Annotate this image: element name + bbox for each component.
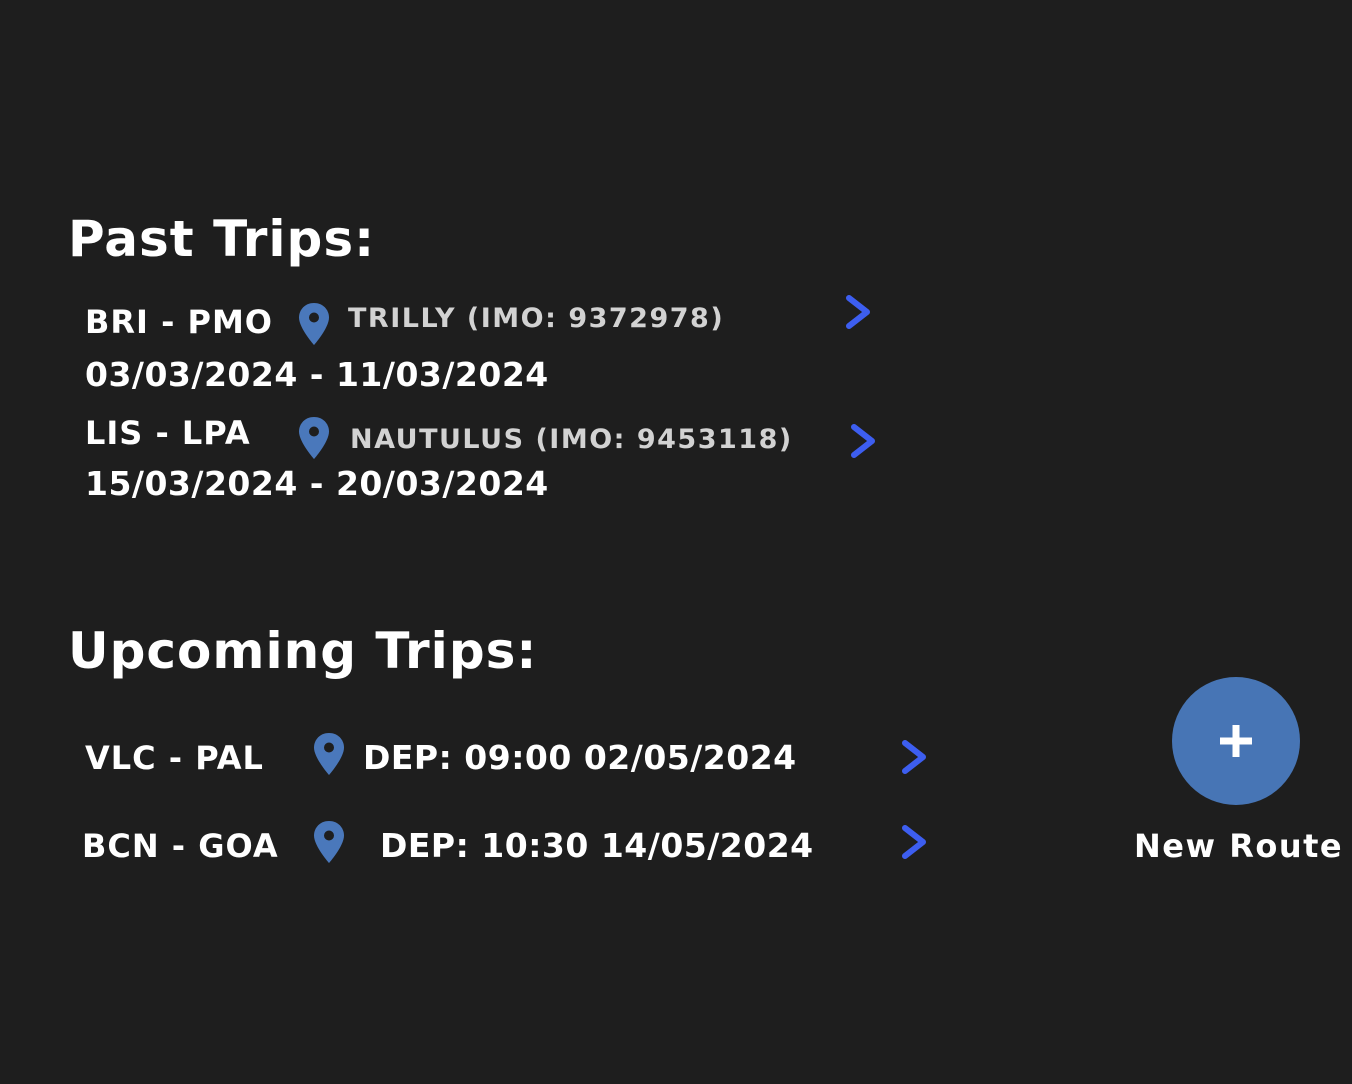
trip-vessel: TRILLY (IMO: 9372978) <box>348 303 725 334</box>
trip-route: VLC - PAL <box>85 739 264 777</box>
map-pin-icon <box>312 731 346 777</box>
trip-departure: DEP: 10:30 14/05/2024 <box>380 826 814 865</box>
past-trips-title: Past Trips: <box>68 210 376 268</box>
plus-icon <box>1220 725 1252 757</box>
upcoming-trips-title: Upcoming Trips: <box>68 622 538 680</box>
new-route-label[interactable]: New Route <box>1134 830 1343 862</box>
map-pin-icon <box>297 301 331 347</box>
chevron-right-icon[interactable] <box>848 423 878 459</box>
chevron-right-icon[interactable] <box>899 824 929 860</box>
trip-dates: 15/03/2024 - 20/03/2024 <box>85 464 549 503</box>
trip-dates: 03/03/2024 - 11/03/2024 <box>85 355 549 394</box>
map-pin-icon <box>312 819 346 865</box>
trip-route: BCN - GOA <box>82 827 279 865</box>
trip-departure: DEP: 09:00 02/05/2024 <box>363 738 797 777</box>
chevron-right-icon[interactable] <box>843 294 873 330</box>
map-pin-icon <box>297 415 331 461</box>
new-route-button[interactable] <box>1172 677 1300 805</box>
chevron-right-icon[interactable] <box>899 739 929 775</box>
trip-route: LIS - LPA <box>85 414 251 452</box>
trip-vessel: NAUTULUS (IMO: 9453118) <box>350 424 793 455</box>
trip-route: BRI - PMO <box>85 303 273 341</box>
